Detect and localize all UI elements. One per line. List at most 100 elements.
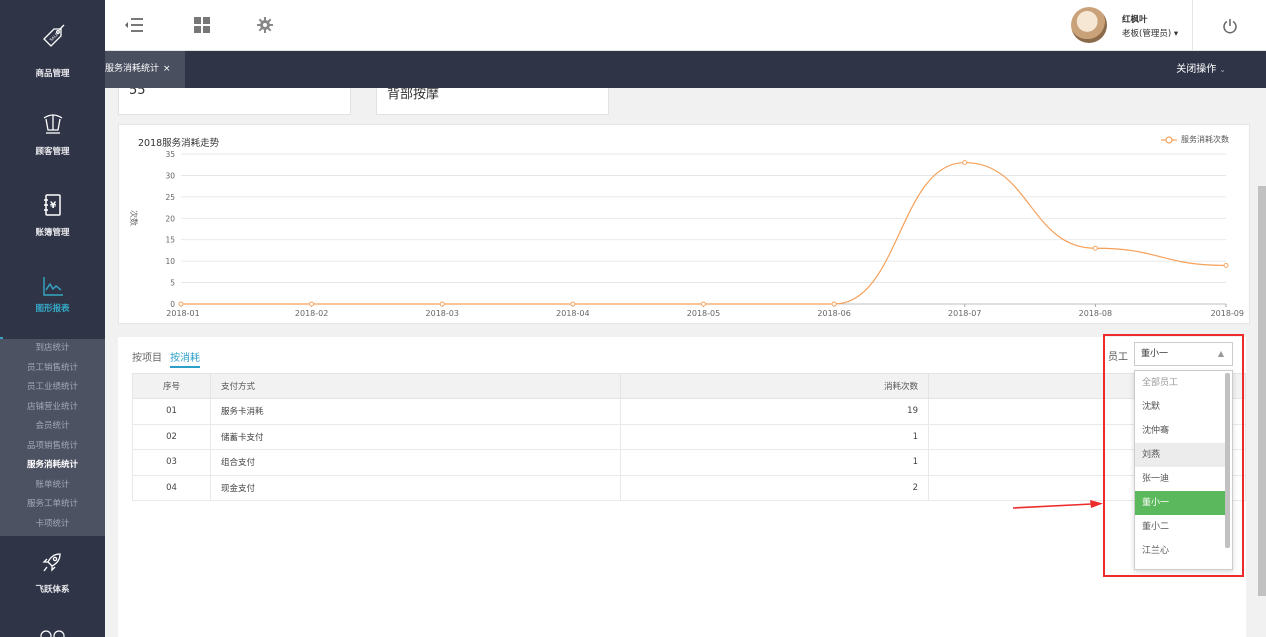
x-tick-label: 2018-09 [1211, 309, 1244, 318]
data-point[interactable] [309, 301, 315, 307]
x-tick-label: 2018-07 [948, 309, 981, 318]
table-panel: 按项目 按消耗 序号 支付方式 消耗次数 01 服务卡消耗 19 02 储蓄卡支… [118, 337, 1246, 637]
submenu-item[interactable]: 员工业绩统计 [0, 378, 105, 398]
x-tick-label: 2018-03 [426, 309, 459, 318]
main-content: 55 背部按摩 2018服务消耗走势 服务消耗次数 次数 0 5 10 15 20 25 3… [105, 88, 1266, 637]
submenu-item[interactable]: 品项销售统计 [0, 437, 105, 457]
close-tab-icon[interactable]: × [163, 64, 171, 74]
data-point[interactable] [831, 301, 837, 307]
cell-index: 01 [132, 398, 211, 425]
nav-label: 顾客管理 [35, 147, 70, 157]
table-header-row: 序号 支付方式 消耗次数 [132, 373, 1246, 399]
chevron-down-icon: ⌄ [1219, 65, 1226, 74]
page-scrollbar[interactable] [1258, 186, 1266, 596]
y-tick-label: 5 [170, 279, 175, 288]
crown-icon [0, 110, 105, 136]
submenu-item-active[interactable]: 服务消耗统计 [0, 456, 105, 476]
power-icon[interactable] [1192, 0, 1266, 51]
svg-text:¥: ¥ [50, 201, 57, 211]
x-tick-label: 2018-04 [556, 309, 589, 318]
table-row: 01 服务卡消耗 19 [132, 398, 1246, 425]
nav-label: 图形报表 [35, 304, 70, 314]
y-tick-label: 35 [165, 150, 175, 159]
close-operations-button[interactable]: 关闭操作 ⌄ [1176, 51, 1226, 88]
y-tick-label: 15 [165, 236, 175, 245]
header-index: 序号 [132, 373, 211, 399]
cell-index: 02 [132, 423, 211, 450]
nav-item-customers[interactable]: 顾客管理 [0, 88, 105, 168]
rocket-icon [0, 550, 105, 576]
table-row: 02 储蓄卡支付 1 [132, 423, 1246, 450]
data-point[interactable] [962, 160, 968, 166]
sale-tag-icon: SALE [0, 24, 105, 50]
tab-label: 服务消耗统计 [105, 64, 160, 74]
data-point[interactable] [1092, 245, 1098, 251]
header-payment-method: 支付方式 [210, 373, 621, 399]
nav-label: 商品管理 [35, 69, 70, 79]
submenu-item[interactable]: 服务工单统计 [0, 495, 105, 515]
cell-payment-method: 储蓄卡支付 [210, 423, 621, 450]
submenu-item[interactable]: 卡项统计 [0, 515, 105, 535]
table-row: 04 现金支付 2 [132, 474, 1246, 501]
y-tick-label: 0 [170, 300, 175, 309]
grid-apps-icon[interactable] [191, 14, 213, 36]
x-tick-label: 2018-06 [817, 309, 850, 318]
line-chart: 次数 0 5 10 15 20 25 30 35 2018-01 2018-02 2018-03 2… [129, 150, 1244, 318]
consumption-table: 序号 支付方式 消耗次数 01 服务卡消耗 19 02 储蓄卡支付 1 03 组… [132, 373, 1246, 501]
submenu-item[interactable]: 员工销售统计 [0, 359, 105, 379]
x-tick-label: 2018-08 [1079, 309, 1112, 318]
header-consumption-count: 消耗次数 [620, 373, 929, 399]
cell-payment-method: 现金支付 [210, 474, 621, 501]
nav-item-reports[interactable]: 图形报表 [0, 257, 105, 337]
tab-bar: 服务消耗统计 × 关闭操作 ⌄ [105, 51, 1266, 88]
data-point[interactable] [178, 301, 184, 307]
y-tick-label: 25 [165, 193, 175, 202]
user-role-dropdown[interactable]: 老板(管理员) ▾ [1122, 27, 1178, 39]
x-tick-label: 2018-01 [166, 309, 199, 318]
submenu-item[interactable]: 账单统计 [0, 476, 105, 496]
y-tick-label: 20 [165, 214, 175, 223]
ledger-book-icon: ¥ [0, 192, 105, 218]
close-ops-label: 关闭操作 [1176, 64, 1217, 75]
data-point[interactable] [1223, 262, 1229, 268]
summary-count: 55 [129, 88, 146, 98]
data-point[interactable] [439, 301, 445, 307]
x-tick-label: 2018-05 [687, 309, 720, 318]
cell-consumption-count: 2 [620, 474, 929, 501]
table-row: 03 组合支付 1 [132, 449, 1246, 476]
data-point[interactable] [570, 301, 576, 307]
submenu-item[interactable]: 会员统计 [0, 417, 105, 437]
submenu-item[interactable]: 店铺营业统计 [0, 398, 105, 418]
cell-index: 03 [132, 449, 211, 476]
cell-payment-method: 组合支付 [210, 449, 621, 476]
nav-item-products[interactable]: SALE 商品管理 [0, 0, 105, 80]
submenu-item[interactable]: 到店统计 [0, 339, 105, 359]
nav-item-leap-system[interactable]: 飞跃体系 [0, 540, 105, 620]
annotation-highlight-box [1103, 334, 1244, 577]
cell-index: 04 [132, 474, 211, 501]
tab-by-consumption[interactable]: 按消耗 [170, 353, 200, 368]
user-name[interactable]: 红枫叶 [1122, 13, 1148, 25]
nav-label: 账簿管理 [35, 228, 70, 238]
x-tick-label: 2018-02 [295, 309, 328, 318]
summary-service: 背部按摩 [387, 88, 440, 102]
y-tick-label: 30 [165, 171, 175, 180]
nav-item-ledger[interactable]: ¥ 账簿管理 [0, 176, 105, 256]
avatar[interactable] [1071, 7, 1107, 43]
table-tabs: 按项目 按消耗 [132, 349, 208, 368]
cell-consumption-count: 1 [620, 449, 929, 476]
data-point[interactable] [701, 301, 706, 307]
summary-card-count: 55 [118, 88, 351, 115]
tab-service-consumption[interactable]: 服务消耗统计 × [105, 51, 185, 88]
summary-card-service: 背部按摩 [376, 88, 609, 115]
cell-payment-method: 服务卡消耗 [210, 398, 621, 425]
collapse-menu-icon[interactable] [123, 14, 145, 36]
chart-panel: 2018服务消耗走势 服务消耗次数 次数 0 5 10 15 20 25 30 35 2018… [118, 124, 1250, 324]
nav-label: 飞跃体系 [35, 585, 70, 595]
gear-icon[interactable] [254, 14, 276, 36]
sidebar: SALE 商品管理 顾客管理 ¥ 账簿管理 图形报表 到店统计 员工销售统计 员… [0, 0, 105, 637]
tab-by-item[interactable]: 按项目 [132, 353, 162, 364]
nav-item-more-icon[interactable] [38, 628, 68, 637]
y-tick-label: 10 [165, 257, 175, 266]
cell-consumption-count: 19 [620, 398, 929, 425]
